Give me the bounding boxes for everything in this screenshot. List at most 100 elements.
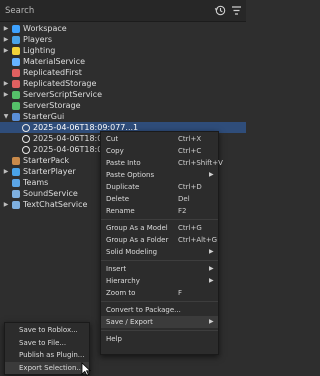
starter-gui-icon [12,113,20,121]
menu-separator [101,301,218,302]
menu-item[interactable]: Paste Into Ctrl+Shift+V [101,157,223,169]
tree-item-label: 2025-04-06T18:09 [33,134,108,143]
menu-item[interactable]: Cut Ctrl+X [101,133,218,145]
menu-item-shortcut: Del [178,195,190,203]
menu-item-label: Rename [106,207,135,215]
menu-item-label: Duplicate [106,183,140,191]
menu-item[interactable]: Convert to Package... [101,304,218,316]
menu-item-label: Insert [106,265,127,273]
tree-item-label: Workspace [23,24,67,33]
material-icon [12,58,20,66]
globe-icon [22,146,30,154]
menu-item[interactable]: Solid Modeling ▶ [101,246,218,258]
menu-item-shortcut: Ctrl+Alt+G [178,236,218,244]
menu-item-label: Help [106,335,122,343]
starter-pack-icon [12,157,20,165]
players-icon [12,36,20,44]
expand-arrow-icon[interactable]: ▶ [2,199,10,210]
collapse-arrow-icon[interactable]: ▼ [2,111,10,122]
tree-item-label: Lighting [23,46,56,55]
tree-item[interactable]: ▶ Workspace [0,23,246,34]
menu-item[interactable]: Rename F2 [101,205,218,217]
tree-item-label: StarterPlayer [23,167,76,176]
expand-arrow-icon[interactable]: ▶ [2,78,10,89]
expand-arrow-icon[interactable]: ▶ [2,45,10,56]
search-input[interactable]: Search [5,6,34,16]
submenu-arrow-icon: ▶ [209,318,214,325]
tree-item-label: ReplicatedStorage [23,79,97,88]
menu-item-label: Paste Options [106,171,155,179]
menu-item-shortcut: Ctrl+X [178,135,202,143]
menu-item[interactable]: Help [101,333,218,345]
tree-item[interactable]: ▶ Players [0,34,246,45]
menu-item[interactable]: Insert ▶ [101,263,218,275]
explorer-toolbar: Search [0,0,246,22]
sound-icon [12,190,20,198]
submenu-item-label: Export Selection... [19,363,84,372]
tree-item-label: ServerStorage [23,101,81,110]
globe-icon [22,135,30,143]
expand-arrow-icon[interactable]: ▶ [2,23,10,34]
tree-item-label: 2025-04-06T18:09 [33,145,108,154]
expand-arrow-icon[interactable]: ▶ [2,89,10,100]
tree-item[interactable]: ▶ ReplicatedStorage [0,78,246,89]
tree-item-label: SoundService [23,189,78,198]
workspace-icon [12,25,20,33]
tree-item[interactable]: ▼ StarterGui [0,111,246,122]
tree-item[interactable]: ▶ Lighting [0,45,246,56]
tree-item-label: Players [23,35,53,44]
menu-item-label: Zoom to [106,289,136,297]
menu-item[interactable]: Group As a Folder Ctrl+Alt+G [101,234,218,246]
menu-item-label: Cut [106,135,119,143]
menu-item-label: Copy [106,147,124,155]
menu-item-shortcut: Ctrl+G [178,224,202,232]
submenu-item-label: Save to Roblox... [19,326,78,334]
tree-item-label: Teams [23,178,49,187]
submenu-item[interactable]: Publish as Plugin... [5,349,89,361]
save-export-submenu: Save to Roblox... Save to File... Publish … [4,322,90,375]
menu-item-shortcut: F2 [178,207,187,215]
menu-item-label: Save / Export [106,318,153,326]
expand-arrow-icon[interactable]: ▶ [2,34,10,45]
menu-item[interactable]: Copy Ctrl+C [101,145,218,157]
starter-player-icon [12,168,20,176]
menu-item-label: Solid Modeling [106,248,158,256]
submenu-item[interactable]: Export Selection... [5,361,89,374]
menu-item-shortcut: Ctrl+Shift+V [178,159,223,167]
menu-item[interactable]: Group As a Model Ctrl+G [101,222,218,234]
submenu-item[interactable]: Save to Roblox... [5,324,89,336]
globe-icon [22,124,30,132]
menu-item[interactable]: Hierarchy ▶ [101,275,218,287]
lighting-icon [12,47,20,55]
tree-item[interactable]: ▶ ServerScriptService [0,89,246,100]
history-icon[interactable] [214,4,227,17]
tree-item-label: MaterialService [23,57,86,66]
menu-item[interactable]: Paste Options ▶ [101,169,218,181]
tree-item[interactable]: ReplicatedFirst [0,67,246,78]
menu-item-label: Group As a Folder [106,236,169,244]
tree-item-label: ReplicatedFirst [23,68,82,77]
menu-item-label: Group As a Model [106,224,168,232]
menu-item-label: Paste Into [106,159,141,167]
menu-item-label: Delete [106,195,129,203]
server-storage-icon [12,102,20,110]
replicated-icon [12,69,20,77]
filter-icon[interactable] [230,4,243,17]
submenu-arrow-icon: ▶ [209,277,214,284]
menu-item-label: Convert to Package... [106,306,181,314]
expand-arrow-icon[interactable]: ▶ [2,166,10,177]
menu-separator [101,330,218,331]
menu-item[interactable]: Save / Export ▶ [101,316,218,328]
submenu-item[interactable]: Save to File... [5,337,89,349]
menu-item[interactable]: Zoom to F [101,287,218,299]
storage-icon [12,80,20,88]
menu-item[interactable]: Duplicate Ctrl+D [101,181,218,193]
script-service-icon [12,91,20,99]
tree-item-label: ServerScriptService [23,90,103,99]
menu-item[interactable]: Delete Del [101,193,218,205]
tree-item[interactable]: MaterialService [0,56,246,67]
chat-icon [12,201,20,209]
menu-separator [101,219,218,220]
tree-item[interactable]: ServerStorage [0,100,246,111]
menu-separator [101,260,218,261]
